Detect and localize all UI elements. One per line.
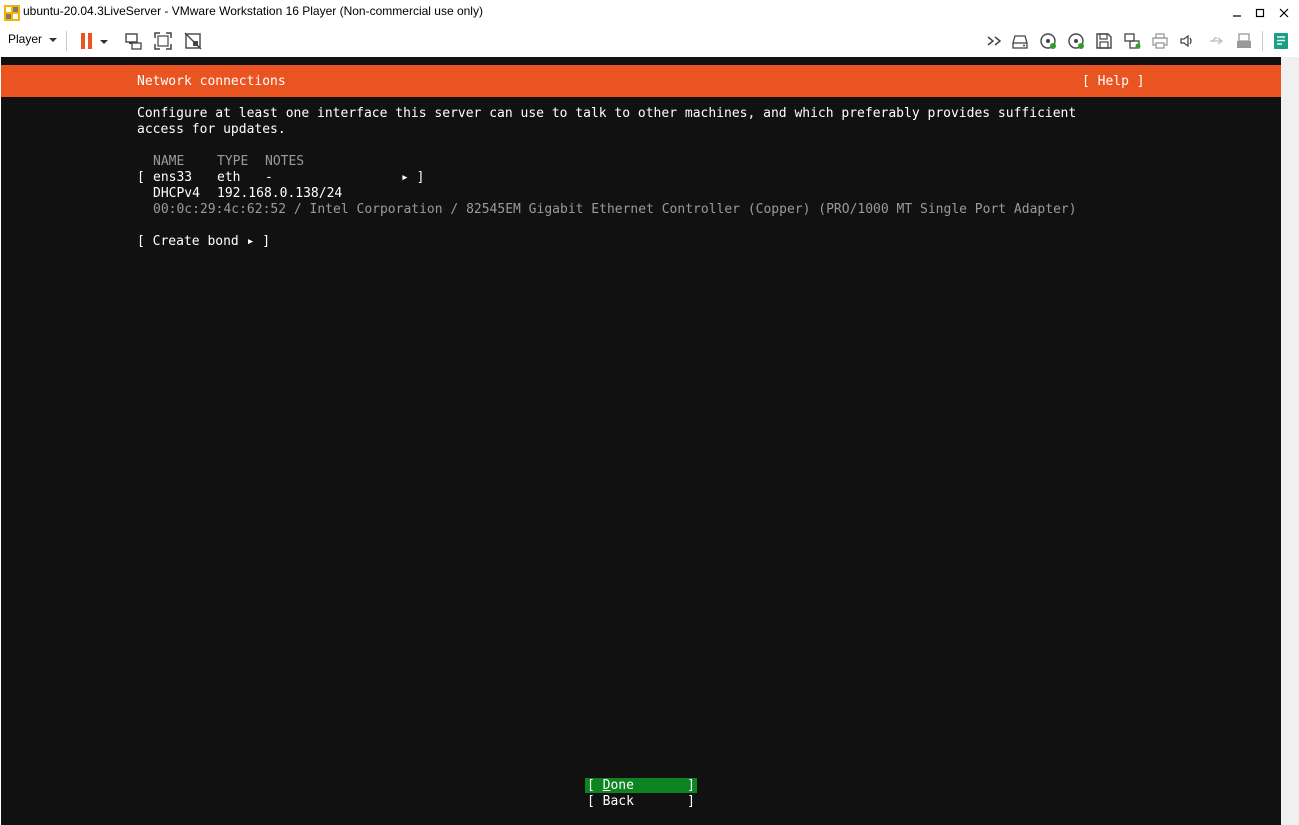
send-ctrl-alt-del-button[interactable]: [122, 30, 144, 52]
usb-button[interactable]: [1205, 30, 1227, 52]
dhcp-label: DHCPv4: [153, 186, 200, 201]
console-top-strip: [1, 57, 1281, 65]
installer-screen-title: Network connections: [137, 74, 286, 89]
fast-forward-icon: [987, 36, 1002, 46]
window-titlebar: ubuntu-20.04.3LiveServer - VMware Workst…: [0, 0, 1299, 25]
hard-disk-button[interactable]: [1009, 30, 1031, 52]
sound-icon: [1180, 34, 1192, 48]
done-close-bracket: ]: [687, 778, 695, 793]
fullscreen-button[interactable]: [152, 30, 174, 52]
column-header-notes: NOTES: [265, 154, 305, 169]
interface-menu-arrow[interactable]: ▸ ]: [401, 170, 424, 186]
pause-icon: [81, 33, 92, 49]
create-bond-button[interactable]: [ Create bond ▸ ]: [137, 234, 270, 250]
description-line-2: access for updates.: [137, 122, 286, 137]
toolbar-separator: [1262, 31, 1263, 51]
fast-forward-button[interactable]: [984, 30, 1006, 52]
message-log-icon: [1274, 33, 1288, 49]
cd-dvd-button[interactable]: [1037, 30, 1059, 52]
interface-type: eth: [217, 170, 241, 185]
network-adapter-icon: [1124, 33, 1141, 49]
removable-device-button[interactable]: [1233, 30, 1255, 52]
vm-console-screen[interactable]: Network connections [ Help ] Configure a…: [1, 57, 1281, 825]
column-header-name: NAME: [153, 154, 185, 169]
usb-icon: [1210, 37, 1224, 45]
printer-icon: [1152, 33, 1168, 49]
power-options-dropdown[interactable]: [97, 30, 111, 52]
pause-button[interactable]: [76, 30, 98, 52]
close-icon: [1279, 8, 1289, 17]
removable-device-icon: [1237, 33, 1251, 48]
window-title: ubuntu-20.04.3LiveServer - VMware Workst…: [23, 4, 483, 18]
chevron-down-icon: [100, 40, 108, 44]
player-menu-label: Player: [8, 32, 43, 46]
floppy-icon: [1096, 33, 1112, 49]
player-toolbar: Player: [0, 25, 1299, 57]
interface-name: ens33: [153, 170, 193, 185]
cd-dvd-2-icon: [1068, 33, 1084, 49]
toolbar-separator: [66, 31, 67, 51]
send-ctrl-alt-del-icon: [125, 33, 142, 50]
back-button[interactable]: [ Back ]: [585, 794, 697, 810]
chevron-down-icon: [49, 38, 58, 42]
printer-button[interactable]: [1149, 30, 1171, 52]
minimize-icon: [1233, 14, 1241, 17]
ip-address: 192.168.0.138/24: [217, 186, 343, 201]
unity-icon: [184, 32, 202, 50]
hardware-info: 00:0c:29:4c:62:52 / Intel Corporation / …: [153, 202, 1077, 217]
window-right-edge: [1281, 57, 1299, 825]
done-label-rest: one: [610, 778, 634, 793]
floppy-button[interactable]: [1093, 30, 1115, 52]
message-log-button[interactable]: [1270, 30, 1292, 52]
cd-dvd-2-button[interactable]: [1065, 30, 1087, 52]
column-header-type: TYPE: [217, 154, 249, 169]
interface-notes: -: [265, 170, 273, 185]
sound-button[interactable]: [1177, 30, 1199, 52]
close-button[interactable]: [1267, 0, 1299, 25]
description-line-1: Configure at least one interface this se…: [137, 106, 1077, 121]
back-close-bracket: ]: [687, 794, 695, 809]
back-button-label: [ Back: [587, 794, 634, 809]
done-button[interactable]: [ Done ]: [585, 778, 697, 793]
done-button-label: [ Done: [587, 778, 634, 794]
fullscreen-icon: [154, 32, 172, 50]
maximize-icon: [1255, 8, 1265, 17]
done-open-bracket: [: [587, 778, 603, 793]
player-menu-button[interactable]: Player: [8, 32, 58, 46]
unity-button[interactable]: [182, 30, 204, 52]
hard-disk-icon: [1012, 35, 1028, 49]
help-button[interactable]: [ Help ]: [1082, 74, 1145, 90]
network-adapter-button[interactable]: [1121, 30, 1143, 52]
interface-row-open-bracket: [: [137, 170, 145, 185]
cd-dvd-icon: [1040, 33, 1056, 49]
vmware-app-icon: [4, 5, 20, 21]
